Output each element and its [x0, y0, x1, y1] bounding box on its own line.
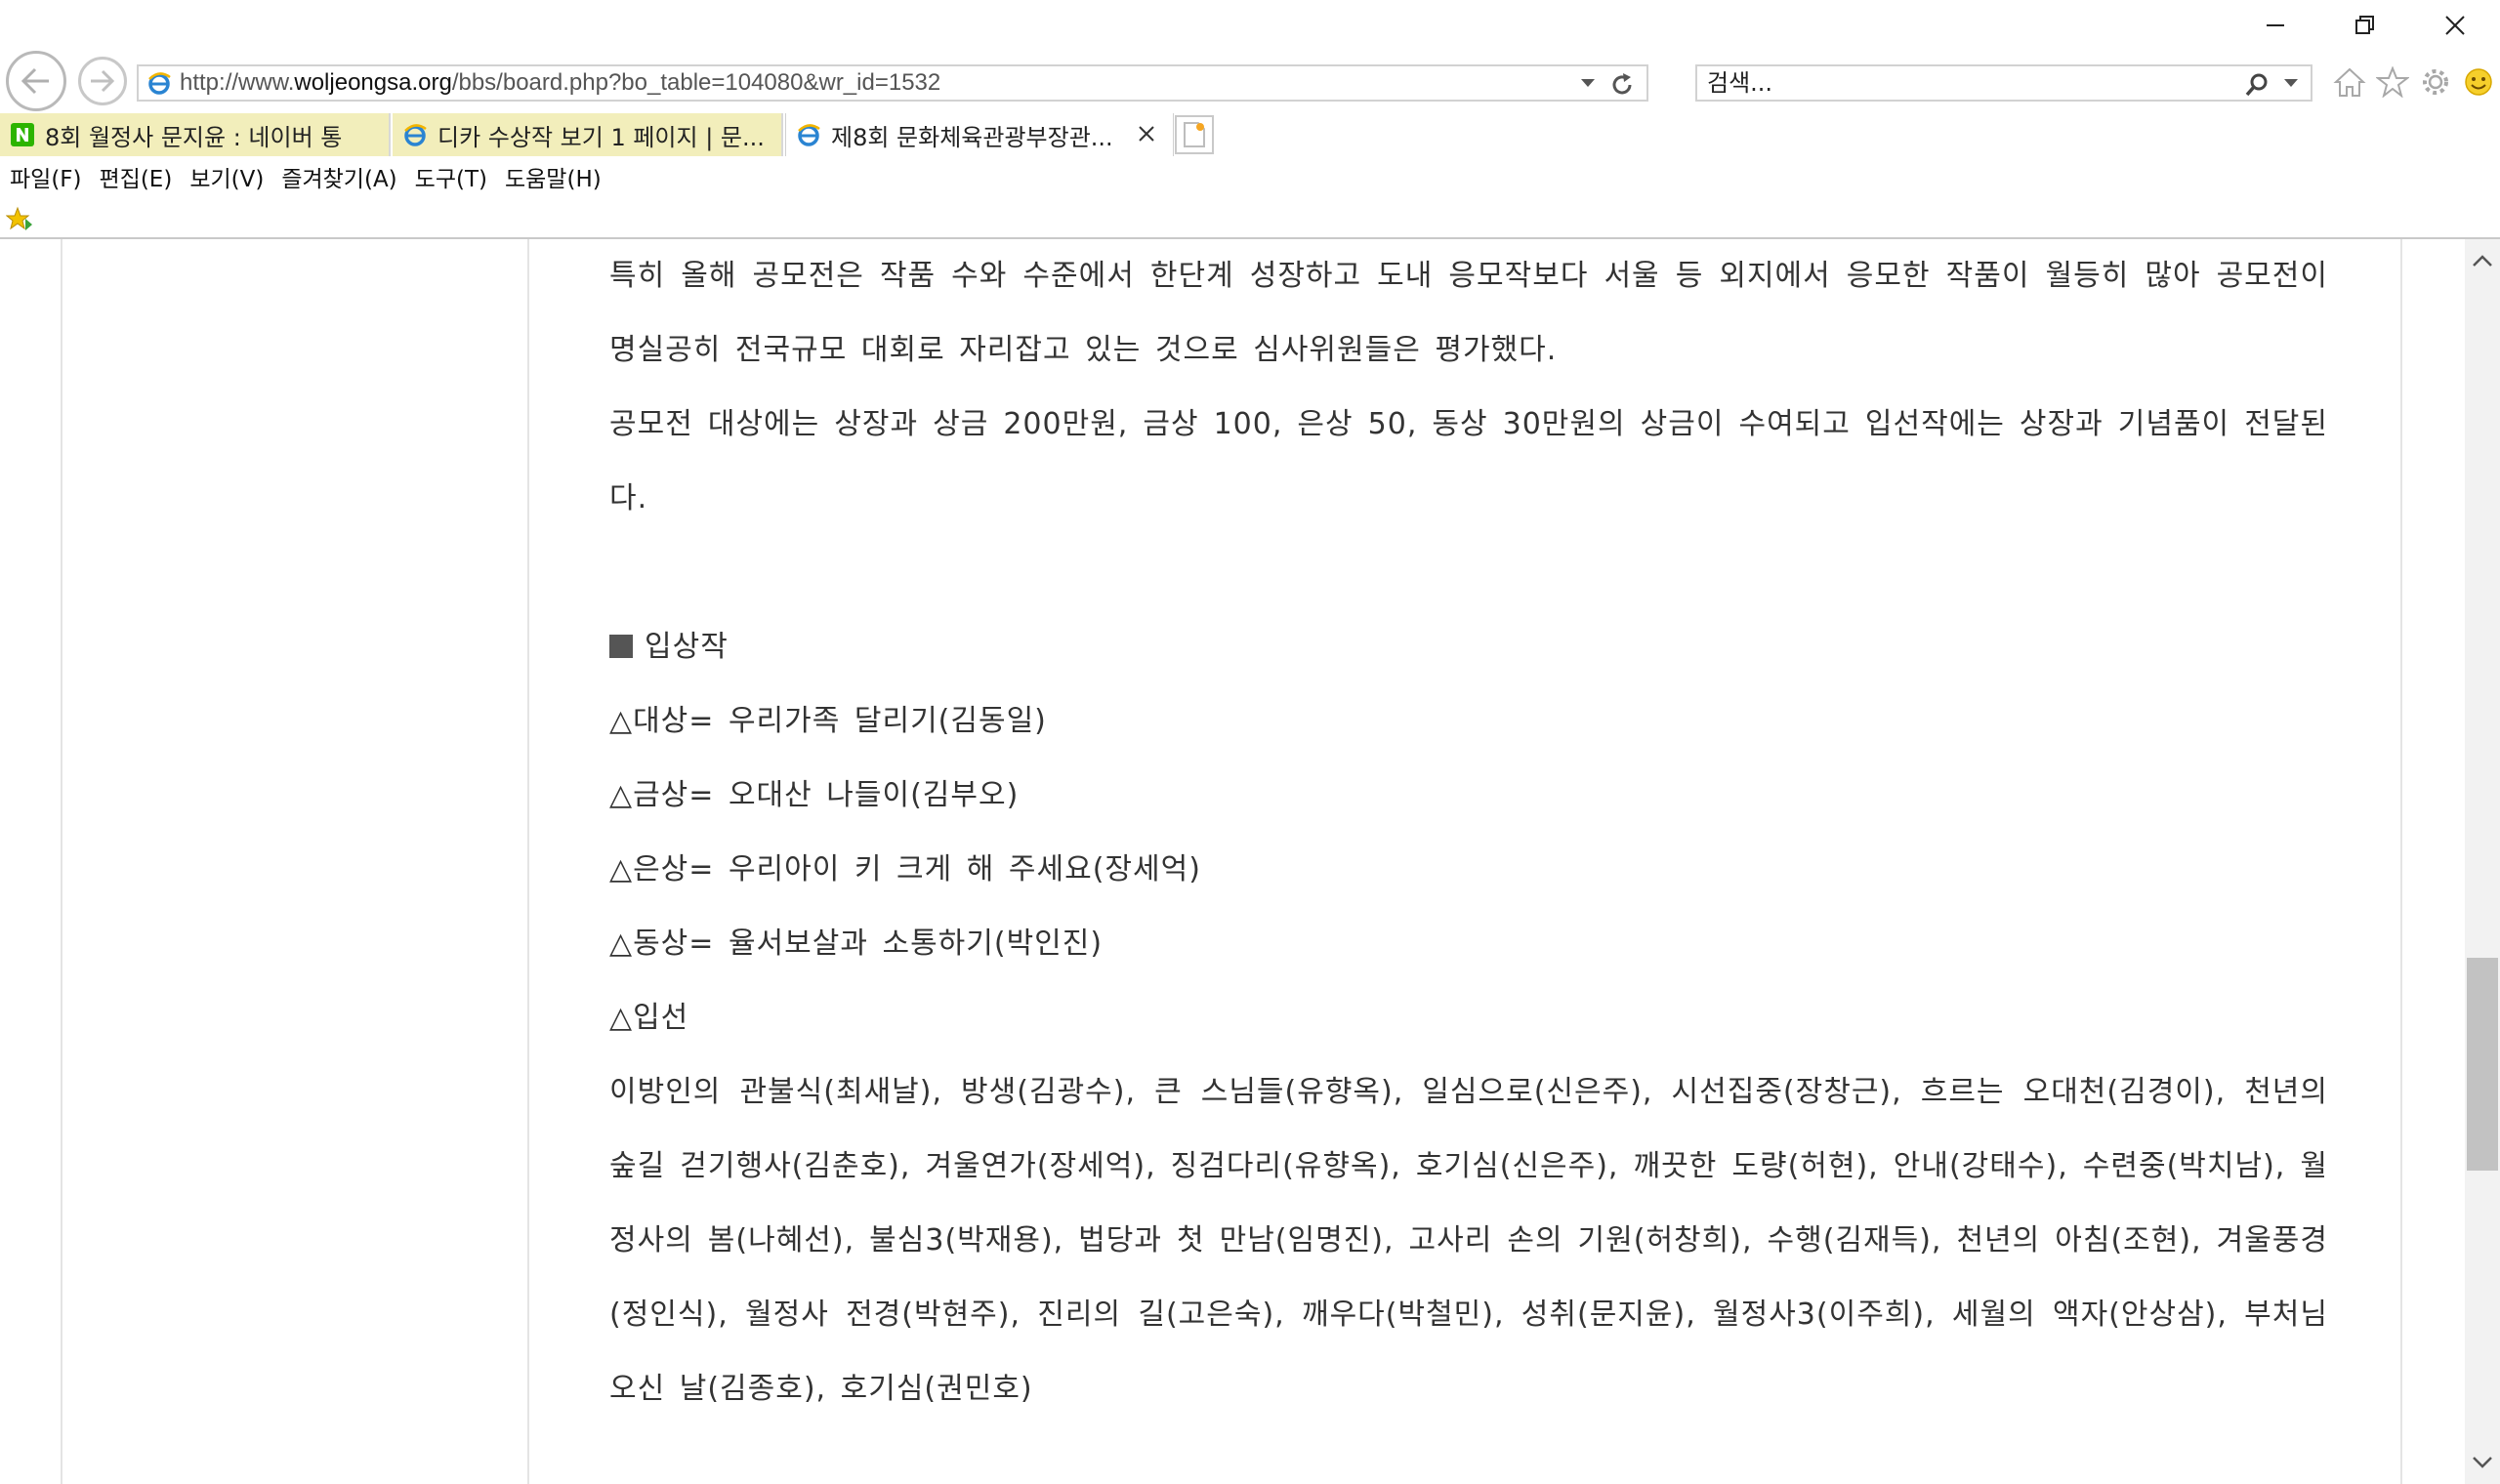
- scrollbar-thumb[interactable]: [2467, 958, 2498, 1171]
- honorable-mention-heading: △입선: [609, 1001, 689, 1035]
- favorites-bar: [0, 199, 2500, 236]
- layout-divider-left: [61, 239, 62, 1484]
- settings-gear-icon[interactable]: [2416, 62, 2455, 102]
- search-icon[interactable]: [2242, 70, 2271, 100]
- tab-label: 8회 월정사 문지윤 : 네이버 통: [45, 123, 343, 151]
- menu-view[interactable]: 보기(V): [180, 160, 271, 193]
- toolbar-icons: [2330, 62, 2498, 102]
- browser-chrome: http://www.woljeongsa.org/bbs/board.php?…: [0, 0, 2500, 239]
- layout-divider-sidebar: [527, 239, 529, 1484]
- tab-current-article[interactable]: 제8회 문화체육관광부장관...: [785, 113, 1174, 156]
- page-viewport: 특히 올해 공모전은 작품 수와 수준에서 한단계 성장하고 도내 응모작보다 …: [0, 239, 2465, 1484]
- close-window-button[interactable]: [2410, 0, 2500, 51]
- minimize-button[interactable]: [2230, 0, 2320, 51]
- menu-help[interactable]: 도움말(H): [495, 160, 609, 193]
- back-icon: [21, 67, 49, 95]
- tab-close-icon[interactable]: [1134, 121, 1159, 146]
- window-controls: [2230, 0, 2500, 51]
- favorites-star-icon[interactable]: [2373, 62, 2412, 102]
- menu-favorites[interactable]: 즐겨찾기(A): [271, 160, 404, 193]
- close-icon: [2445, 16, 2465, 35]
- vertical-scrollbar[interactable]: [2465, 239, 2500, 1484]
- winners-heading: 입상작: [609, 610, 2328, 684]
- layout-divider-right: [2400, 239, 2402, 1484]
- tab-label: 제8회 문화체육관광부장관...: [831, 123, 1113, 151]
- smiley-feedback-icon[interactable]: [2459, 62, 2498, 102]
- new-tab-button[interactable]: [1175, 115, 1214, 154]
- paragraph-spacer: [609, 536, 2328, 610]
- ie-icon: [402, 122, 428, 147]
- address-bar[interactable]: http://www.woljeongsa.org/bbs/board.php?…: [137, 64, 1648, 102]
- search-dropdown-icon[interactable]: [2281, 72, 2301, 96]
- tab-label: 디카 수상작 보기 1 페이지 | 문...: [438, 123, 765, 151]
- naver-icon: [10, 122, 35, 147]
- menu-edit[interactable]: 편집(E): [90, 160, 181, 193]
- ie-icon: [796, 122, 821, 147]
- scroll-down-icon[interactable]: [2465, 1445, 2500, 1480]
- square-bullet-icon: [609, 635, 633, 658]
- ie-page-icon: [145, 68, 174, 98]
- tab-bar: 8회 월정사 문지윤 : 네이버 통 디카 수상작 보기 1 페이지 | 문..…: [0, 113, 2500, 156]
- tab-dika-awards[interactable]: 디카 수상작 보기 1 페이지 | 문...: [393, 113, 783, 156]
- minimize-icon: [2267, 24, 2284, 26]
- search-input[interactable]: [1705, 68, 2217, 98]
- article-paragraph-evaluation: 특히 올해 공모전은 작품 수와 수준에서 한단계 성장하고 도내 응모작보다 …: [609, 259, 2328, 367]
- refresh-icon[interactable]: [1607, 70, 1637, 100]
- new-tab-icon: [1184, 122, 1205, 147]
- address-dropdown-icon[interactable]: [1578, 72, 1598, 96]
- search-box[interactable]: [1695, 64, 2312, 102]
- forward-button[interactable]: [78, 57, 127, 105]
- add-favorite-star-icon[interactable]: [6, 205, 33, 232]
- honorable-mention-list: 이방인의 관불식(최새날), 방생(김광수), 큰 스님들(유향옥), 일심으로…: [609, 1075, 2329, 1406]
- menu-file[interactable]: 파일(F): [0, 160, 90, 193]
- scroll-up-icon[interactable]: [2465, 243, 2500, 278]
- winner-bronze-prize: △동상= 율서보살과 소통하기(박인진): [609, 927, 1104, 961]
- menu-tools[interactable]: 도구(T): [405, 160, 495, 193]
- article-paragraph-prizes: 공모전 대상에는 상장과 상금 200만원, 금상 100, 은상 50, 동상…: [609, 407, 2328, 515]
- winner-grand-prize: △대상= 우리가족 달리기(김동일): [609, 704, 1047, 738]
- home-icon[interactable]: [2330, 62, 2369, 102]
- menu-bar: 파일(F) 편집(E) 보기(V) 즐겨찾기(A) 도구(T) 도움말(H): [0, 156, 609, 197]
- forward-icon: [91, 69, 115, 93]
- winner-silver-prize: △은상= 우리아이 키 크게 해 주세요(장세억): [609, 852, 1201, 886]
- tab-naver[interactable]: 8회 월정사 문지윤 : 네이버 통: [0, 113, 391, 156]
- winner-gold-prize: △금상= 오대산 나들이(김부오): [609, 778, 1020, 812]
- article-body: 특히 올해 공모전은 작품 수와 수준에서 한단계 성장하고 도내 응모작보다 …: [609, 239, 2328, 1426]
- restore-icon: [2355, 16, 2374, 34]
- address-url[interactable]: http://www.woljeongsa.org/bbs/board.php?…: [180, 69, 940, 97]
- restore-button[interactable]: [2320, 0, 2410, 51]
- back-button[interactable]: [6, 51, 66, 111]
